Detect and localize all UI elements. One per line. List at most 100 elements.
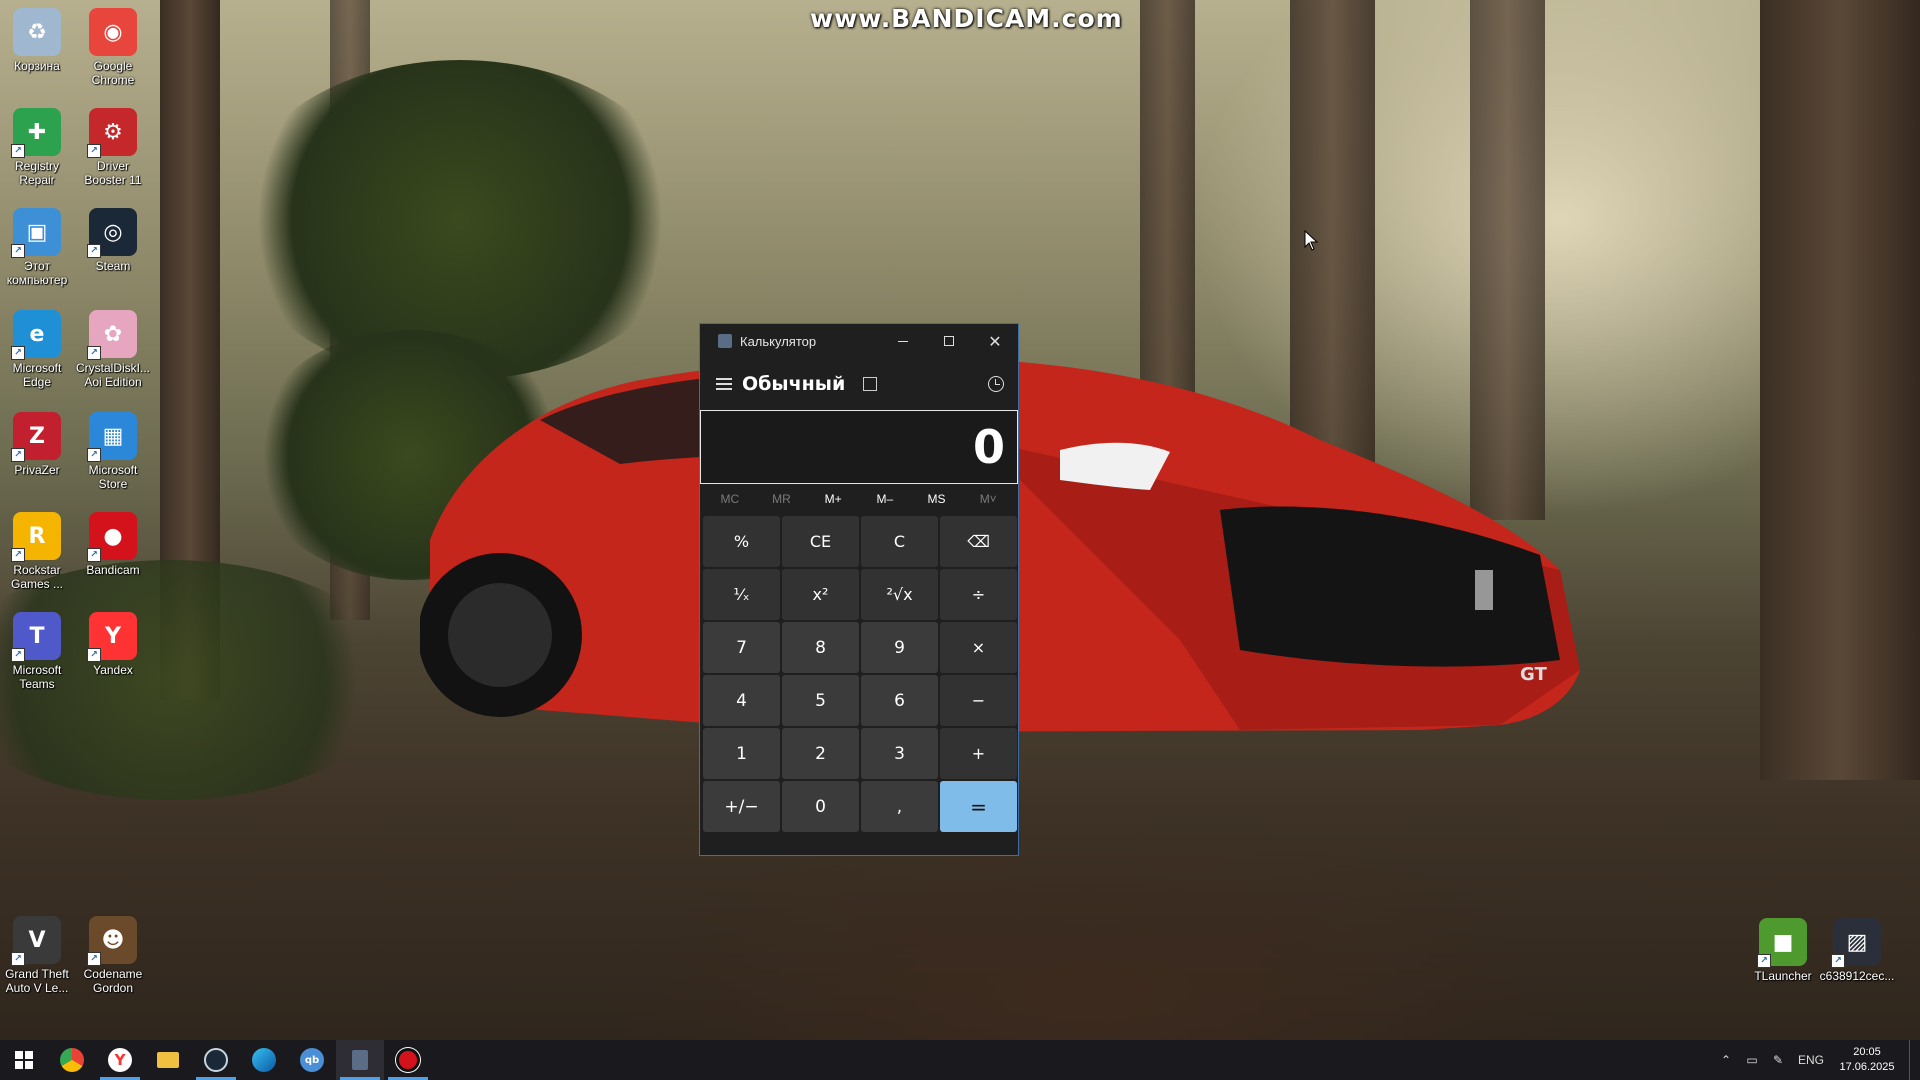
memory-button[interactable]: M– <box>859 492 911 506</box>
mode-title: Обычный <box>742 373 846 395</box>
desktop-icon-codename-gordon[interactable]: ☻ ↗ Codename Gordon <box>72 916 154 995</box>
divide-button[interactable]: ÷ <box>940 569 1017 620</box>
result-display: 0 <box>700 410 1018 484</box>
recycle-bin-icon: ♻ <box>13 8 61 56</box>
memory-button[interactable]: MR <box>756 492 808 506</box>
negate-button[interactable]: +/− <box>703 781 780 832</box>
taskbar-calculator[interactable] <box>336 1040 384 1080</box>
square-button[interactable]: x² <box>782 569 859 620</box>
desktop-icon-tlauncher[interactable]: ■ ↗ TLauncher <box>1742 918 1824 983</box>
history-icon[interactable] <box>988 376 1004 392</box>
memory-button[interactable]: M+ <box>807 492 859 506</box>
desktop-icon-recycle-bin[interactable]: ♻ Корзина <box>0 8 78 73</box>
taskbar-file-explorer[interactable] <box>144 1040 192 1080</box>
desktop-icon-microsoft-teams[interactable]: T ↗ Microsoft Teams <box>0 612 78 691</box>
calculator-window: Калькулятор ✕ Обычный 0 MC MR M+ M– MS M˅ % CE… <box>699 323 1019 856</box>
memory-button[interactable]: MC <box>704 492 756 506</box>
subtract-button[interactable]: − <box>940 675 1017 726</box>
shortcut-arrow-icon: ↗ <box>11 144 25 158</box>
memory-button[interactable]: MS <box>911 492 963 506</box>
digit-2-button[interactable]: 2 <box>782 728 859 779</box>
desktop-icon-crystaldiskinfo[interactable]: ✿ ↗ CrystalDiskI... Aoi Edition <box>72 310 154 389</box>
show-hidden-icons-chevron-icon[interactable]: ⌃ <box>1713 1053 1739 1067</box>
calculator-titlebar[interactable]: Калькулятор ✕ <box>700 324 1018 358</box>
desktop-icon-this-pc[interactable]: ▣ ↗ Этот компьютер <box>0 208 78 287</box>
desktop-icon-label: Rockstar Games ... <box>10 563 63 591</box>
privazer-icon: Z ↗ <box>11 412 61 462</box>
desktop-icon-label: Grand Theft Auto V Le... <box>5 967 69 995</box>
chrome-icon <box>60 1048 84 1072</box>
tlauncher-icon: ■ ↗ <box>1757 918 1807 968</box>
hamburger-menu-icon[interactable] <box>716 375 732 393</box>
close-button[interactable]: ✕ <box>972 324 1018 358</box>
digit-5-button[interactable]: 5 <box>782 675 859 726</box>
desktop-icon-label: Корзина <box>14 59 60 73</box>
desktop-icon-yandex[interactable]: Y ↗ Yandex <box>72 612 154 677</box>
taskbar-bandicam[interactable] <box>384 1040 432 1080</box>
digit-1-button[interactable]: 1 <box>703 728 780 779</box>
desktop-icon-label: TLauncher <box>1754 969 1812 983</box>
desktop-icon-label: Google Chrome <box>91 59 135 87</box>
taskbar: Y qb ⌃ ▭ ✎ ENG 20:05 17.06.2025 <box>0 1040 1920 1080</box>
digit-7-button[interactable]: 7 <box>703 622 780 673</box>
shortcut-arrow-icon: ↗ <box>87 448 101 462</box>
network-icon[interactable]: ▭ <box>1739 1053 1765 1067</box>
clock[interactable]: 20:05 17.06.2025 <box>1831 1045 1903 1075</box>
maximize-button[interactable] <box>926 324 972 358</box>
shortcut-arrow-icon: ↗ <box>87 952 101 966</box>
pen-icon[interactable]: ✎ <box>1765 1053 1791 1067</box>
minimize-button[interactable] <box>880 324 926 358</box>
decimal-button[interactable]: , <box>861 781 938 832</box>
digit-0-button[interactable]: 0 <box>782 781 859 832</box>
desktop-icon-bandicam[interactable]: ● ↗ Bandicam <box>72 512 154 577</box>
desktop-icon-rockstar-games[interactable]: R ↗ Rockstar Games ... <box>0 512 78 591</box>
teams-icon: T ↗ <box>11 612 61 662</box>
memory-button[interactable]: M˅ <box>962 492 1014 506</box>
taskbar-qbittorrent[interactable]: qb <box>288 1040 336 1080</box>
bandicam-watermark: www.BANDICAM.com <box>810 4 1123 33</box>
desktop-icon-privazer[interactable]: Z ↗ PrivaZer <box>0 412 78 477</box>
reciprocal-button[interactable]: ¹⁄ₓ <box>703 569 780 620</box>
keep-on-top-icon[interactable] <box>863 377 878 391</box>
desktop-icon-google-chrome[interactable]: ◉ Google Chrome <box>72 8 154 87</box>
tree-trunk <box>1760 0 1920 780</box>
yandex-icon: Y <box>108 1048 132 1072</box>
language-indicator[interactable]: ENG <box>1791 1053 1831 1067</box>
clear-entry-button[interactable]: CE <box>782 516 859 567</box>
shortcut-arrow-icon: ↗ <box>11 346 25 360</box>
clear-button[interactable]: C <box>861 516 938 567</box>
percent-button[interactable]: % <box>703 516 780 567</box>
desktop-icon-microsoft-edge[interactable]: e ↗ Microsoft Edge <box>0 310 78 389</box>
desktop-icon-gta-v[interactable]: V ↗ Grand Theft Auto V Le... <box>0 916 78 995</box>
maximize-icon <box>944 336 954 346</box>
desktop-icon-steam[interactable]: ◎ ↗ Steam <box>72 208 154 273</box>
taskbar-chrome[interactable] <box>48 1040 96 1080</box>
digit-8-button[interactable]: 8 <box>782 622 859 673</box>
equals-button[interactable]: = <box>940 781 1017 832</box>
digit-6-button[interactable]: 6 <box>861 675 938 726</box>
show-desktop-button[interactable] <box>1909 1040 1920 1080</box>
crystaldisk-icon: ✿ ↗ <box>87 310 137 360</box>
add-button[interactable]: + <box>940 728 1017 779</box>
digit-4-button[interactable]: 4 <box>703 675 780 726</box>
desktop-icon-label: Microsoft Edge <box>12 361 62 389</box>
start-button[interactable] <box>0 1040 48 1080</box>
taskbar-steam[interactable] <box>192 1040 240 1080</box>
taskbar-yandex[interactable]: Y <box>96 1040 144 1080</box>
desktop-icon-registry-repair[interactable]: ✚ ↗ Registry Repair <box>0 108 78 187</box>
digit-3-button[interactable]: 3 <box>861 728 938 779</box>
desktop-icon-label: c638912cec... <box>1819 969 1895 983</box>
desktop-icon-driver-booster[interactable]: ⚙ ↗ Driver Booster 11 <box>72 108 154 187</box>
calculator-icon <box>352 1050 368 1070</box>
desktop-icon-microsoft-store[interactable]: ▦ ↗ Microsoft Store <box>72 412 154 491</box>
desktop-icon-label: Registry Repair <box>14 159 59 187</box>
shortcut-arrow-icon: ↗ <box>87 548 101 562</box>
digit-9-button[interactable]: 9 <box>861 622 938 673</box>
desktop-icon-c638912cec[interactable]: ▨ ↗ c638912cec... <box>1816 918 1898 983</box>
square-root-button[interactable]: ²√x <box>861 569 938 620</box>
multiply-button[interactable]: × <box>940 622 1017 673</box>
bandicam-icon <box>396 1048 420 1072</box>
taskbar-edge[interactable] <box>240 1040 288 1080</box>
backspace-button[interactable]: ⌫ <box>940 516 1017 567</box>
bandicam-icon: ● ↗ <box>87 512 137 562</box>
